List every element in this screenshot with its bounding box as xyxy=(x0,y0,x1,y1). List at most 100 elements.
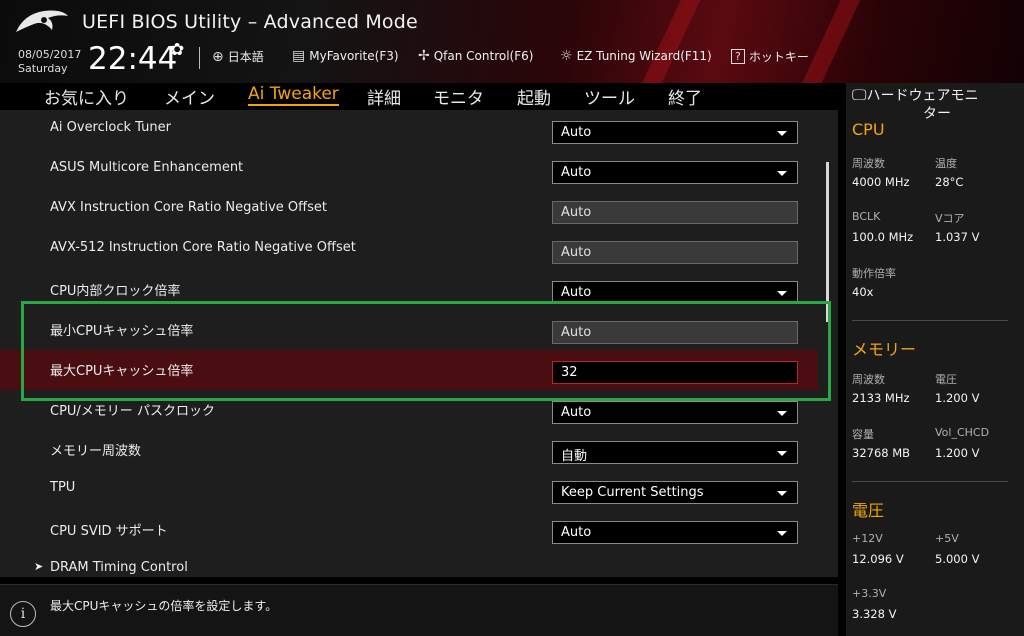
cpu-freq-label: 周波数 xyxy=(852,157,885,170)
v5-value: 5.000 V xyxy=(935,552,980,566)
setting-label: メモリー周波数 xyxy=(50,444,142,459)
vcore-label: Vコア xyxy=(935,212,965,225)
voltage-section-title: 電圧 xyxy=(852,501,885,520)
setting-label: AVX Instruction Core Ratio Negative Offs… xyxy=(50,200,327,215)
ai-overclock-tuner-select[interactable]: Auto xyxy=(552,121,798,144)
avx512-offset-field: Auto xyxy=(552,241,798,264)
dropdown-arrow-icon xyxy=(777,451,787,456)
multicore-enhancement-select[interactable]: Auto xyxy=(552,161,798,184)
tab-tool[interactable]: ツール xyxy=(584,84,635,109)
divider xyxy=(199,47,200,69)
setting-row[interactable]: TPU Keep Current Settings xyxy=(0,470,818,510)
main-tabs: お気に入り メイン Ai Tweaker 詳細 モニタ 起動 ツール 終了 xyxy=(0,83,838,110)
vol-chcd-label: Vol_CHCD xyxy=(935,426,990,439)
setting-label: CPU SVID サポート xyxy=(50,524,168,539)
help-icon: ? xyxy=(731,49,745,64)
dropdown-arrow-icon xyxy=(777,491,787,496)
vol-chcd-value: 1.200 V xyxy=(935,446,980,460)
select-value: Keep Current Settings xyxy=(561,485,704,500)
setting-label: AVX-512 Instruction Core Ratio Negative … xyxy=(50,240,356,255)
tpu-select[interactable]: Keep Current Settings xyxy=(552,481,798,504)
section-divider xyxy=(852,481,1008,482)
hotkeys-button[interactable]: ? ホットキー xyxy=(731,48,809,65)
memory-section-title: メモリー xyxy=(852,340,917,359)
memory-frequency-select[interactable]: 自動 xyxy=(552,441,798,464)
dropdown-arrow-icon xyxy=(777,411,787,416)
info-icon: i xyxy=(10,601,36,627)
setting-label: Ai Overclock Tuner xyxy=(50,120,171,135)
section-divider xyxy=(852,320,1008,321)
v33-label: +3.3V xyxy=(852,587,887,600)
bulb-icon: ☼ xyxy=(560,48,573,64)
tab-exit[interactable]: 終了 xyxy=(668,84,702,109)
help-text: 最大CPUキャッシュの倍率を設定します。 xyxy=(50,599,278,613)
ratio-label: 動作倍率 xyxy=(852,267,896,280)
bclk-value: 100.0 MHz xyxy=(852,230,914,244)
tab-ai-tweaker[interactable]: Ai Tweaker xyxy=(248,84,339,106)
gear-icon[interactable]: ✿ xyxy=(170,40,184,60)
tab-main[interactable]: メイン xyxy=(164,84,215,109)
hardware-monitor-panel: 🖵ハードウェアモニ ター CPU 周波数 温度 4000 MHz 28°C BC… xyxy=(846,83,1024,636)
select-value: Auto xyxy=(561,525,592,540)
favorite-icon: ▤ xyxy=(292,48,306,64)
qfan-label: Qfan Control(F6) xyxy=(433,49,534,63)
cpu-section-title: CPU xyxy=(852,120,885,139)
hotkeys-label: ホットキー xyxy=(748,50,809,64)
fan-icon: ✢ xyxy=(418,48,430,64)
monitor-title: 🖵ハードウェアモニ ター xyxy=(852,86,1022,123)
tab-favorites[interactable]: お気に入り xyxy=(44,84,129,109)
monitor-title-line1: ハードウェアモニ xyxy=(866,88,979,104)
select-value: Auto xyxy=(561,405,592,420)
qfan-control-button[interactable]: ✢ Qfan Control(F6) xyxy=(418,48,533,64)
dropdown-arrow-icon xyxy=(777,291,787,296)
cpu-memory-strap-select[interactable]: Auto xyxy=(552,401,798,424)
dropdown-arrow-icon xyxy=(777,171,787,176)
cpu-svid-select[interactable]: Auto xyxy=(552,521,798,544)
app-title: UEFI BIOS Utility – Advanced Mode xyxy=(82,11,418,33)
setting-label: CPU内部クロック倍率 xyxy=(50,284,181,299)
setting-row: AVX Instruction Core Ratio Negative Offs… xyxy=(0,190,818,230)
v5-label: +5V xyxy=(935,532,959,545)
v12-label: +12V xyxy=(852,532,883,545)
globe-icon: ⊕ xyxy=(212,48,224,65)
day-text: Saturday xyxy=(18,62,68,75)
setting-row[interactable]: CPU SVID サポート Auto xyxy=(0,510,818,550)
header-decoration xyxy=(720,0,980,83)
mem-capacity-label: 容量 xyxy=(852,428,874,441)
language-button[interactable]: ⊕ 日本語 xyxy=(212,48,264,65)
date-display: 08/05/2017 Saturday xyxy=(18,48,81,76)
tab-monitor[interactable]: モニタ xyxy=(433,84,484,109)
setting-row[interactable]: メモリー周波数 自動 xyxy=(0,430,818,470)
ez-tuning-label: EZ Tuning Wizard(F11) xyxy=(576,49,712,63)
select-value: 自動 xyxy=(561,449,588,464)
clock-time: 22:44 xyxy=(88,41,178,77)
setting-row: AVX-512 Instruction Core Ratio Negative … xyxy=(0,230,818,270)
tab-advanced[interactable]: 詳細 xyxy=(367,84,401,109)
field-value: Auto xyxy=(561,205,592,220)
date-text: 08/05/2017 xyxy=(18,48,82,61)
language-label: 日本語 xyxy=(227,50,264,64)
avx-offset-field: Auto xyxy=(552,201,798,224)
dropdown-arrow-icon xyxy=(777,531,787,536)
submenu-row[interactable]: ➤ DRAM Timing Control xyxy=(0,550,818,577)
header-bar: UEFI BIOS Utility – Advanced Mode 08/05/… xyxy=(0,0,1024,83)
monitor-display-icon: 🖵 xyxy=(852,86,867,104)
rog-logo-icon xyxy=(16,10,68,32)
dropdown-arrow-icon xyxy=(777,131,787,136)
mem-freq-label: 周波数 xyxy=(852,373,885,386)
myfavorite-button[interactable]: ▤ MyFavorite(F3) xyxy=(292,48,399,64)
setting-row[interactable]: Ai Overclock Tuner Auto xyxy=(0,110,818,150)
v33-value: 3.328 V xyxy=(852,607,897,621)
field-value: Auto xyxy=(561,245,592,260)
v12-value: 12.096 V xyxy=(852,552,904,566)
scrollbar[interactable] xyxy=(826,162,829,322)
setting-row[interactable]: ASUS Multicore Enhancement Auto xyxy=(0,150,818,190)
tab-boot[interactable]: 起動 xyxy=(517,84,551,109)
select-value: Auto xyxy=(561,125,592,140)
bclk-label: BCLK xyxy=(852,210,881,223)
submenu-label: DRAM Timing Control xyxy=(50,560,188,575)
setting-label: ASUS Multicore Enhancement xyxy=(50,160,244,175)
ez-tuning-wizard-button[interactable]: ☼ EZ Tuning Wizard(F11) xyxy=(560,48,712,64)
myfavorite-label: MyFavorite(F3) xyxy=(309,49,399,63)
submenu-arrow-icon: ➤ xyxy=(34,560,44,573)
